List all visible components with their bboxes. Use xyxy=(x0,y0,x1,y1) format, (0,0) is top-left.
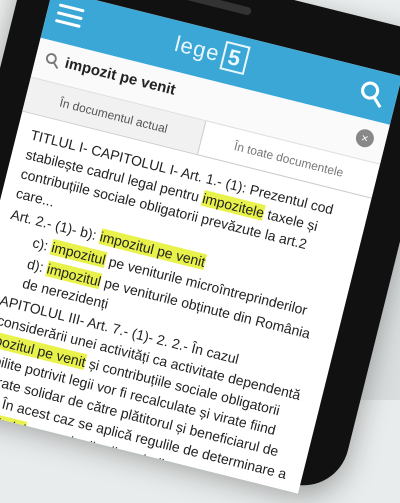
logo-mark: 5 xyxy=(218,40,251,75)
phone-speaker xyxy=(172,0,253,16)
app-logo: lege 5 xyxy=(172,30,251,75)
search-icon[interactable] xyxy=(354,75,390,111)
clear-search-button[interactable]: × xyxy=(354,127,376,150)
phone-screen: lege 5 impozit pe venit × În documentul a… xyxy=(0,0,400,494)
highlighted-match: impozitul pe venit xyxy=(0,328,88,371)
phone: lege 5 impozit pe venit × În documentul a… xyxy=(0,0,400,496)
menu-icon[interactable] xyxy=(54,3,85,29)
highlighted-match: impozitele xyxy=(200,190,266,221)
highlighted-match: impozitului xyxy=(0,406,28,438)
search-small-icon xyxy=(45,53,59,70)
logo-text: lege xyxy=(172,30,223,67)
